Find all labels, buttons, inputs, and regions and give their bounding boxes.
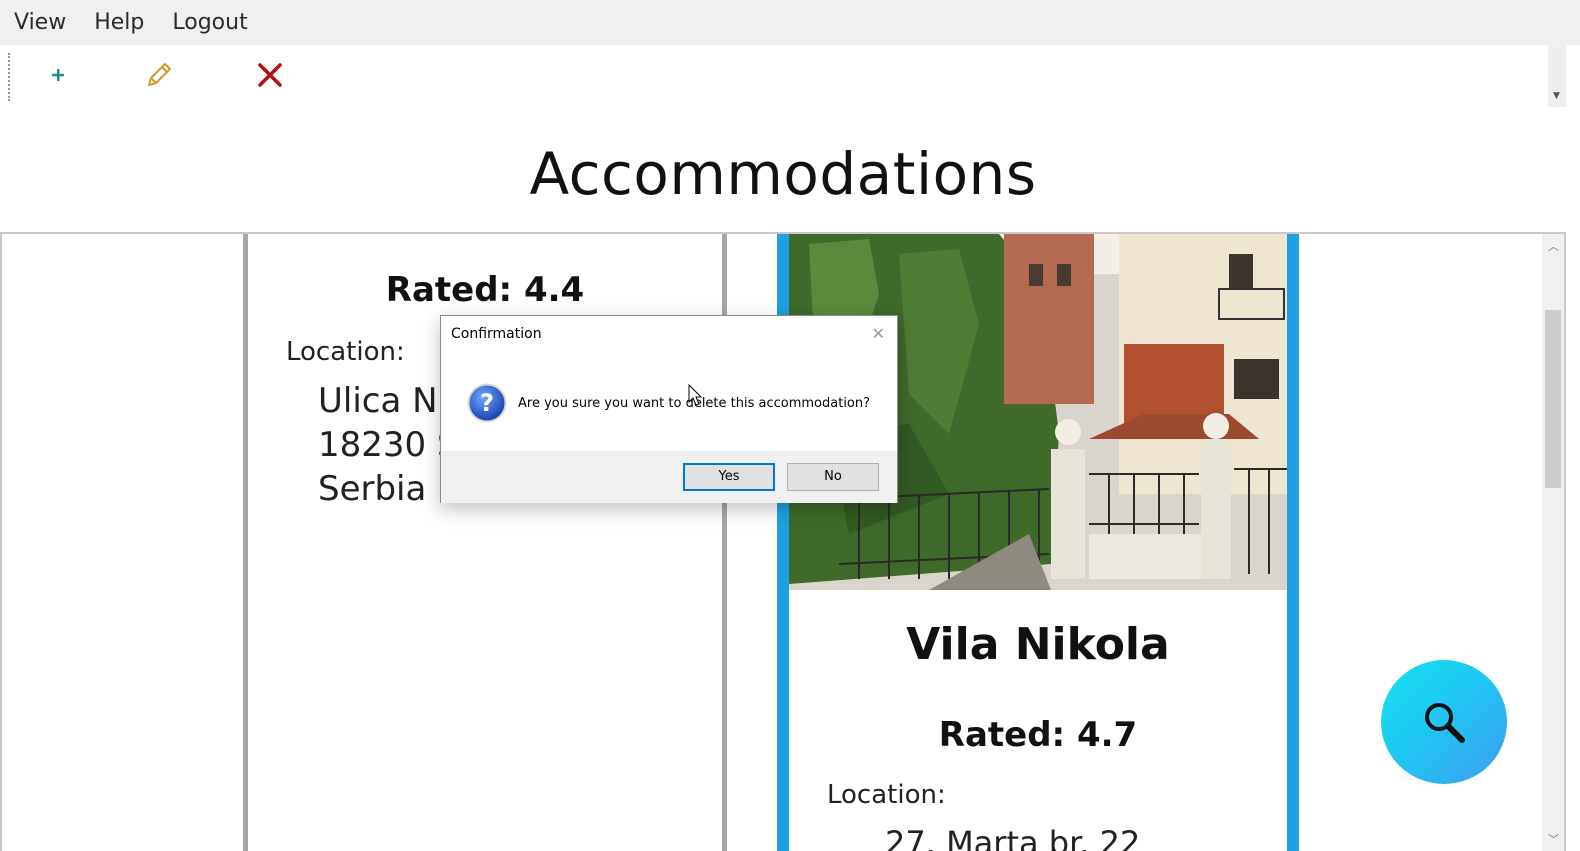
mouse-cursor-icon: [688, 384, 702, 406]
chevron-down-icon[interactable]: ﹀: [1548, 831, 1559, 847]
confirmation-dialog: Confirmation ✕ ? Are you sure you want t…: [440, 315, 898, 503]
rating-label: Rated: 4.7: [938, 715, 1138, 755]
dialog-title: Confirmation: [451, 326, 542, 342]
menu-bar: View Help Logout: [0, 0, 1580, 45]
toolbar-overflow-button[interactable]: ▼: [1548, 45, 1566, 107]
menu-view[interactable]: View: [14, 10, 66, 35]
rating-label: Rated: 4.4: [385, 270, 585, 310]
toolbar: ▼: [0, 45, 1566, 107]
address-line: 18230 S: [318, 425, 459, 465]
close-icon: [258, 63, 282, 87]
page-title: Accommodations: [529, 140, 1037, 208]
edit-button[interactable]: [141, 57, 177, 93]
yes-button[interactable]: Yes: [683, 463, 775, 491]
address: Ulica N 18230 S Serbia: [318, 379, 459, 511]
search-button[interactable]: [1381, 660, 1507, 784]
chevron-up-icon[interactable]: ︿: [1548, 238, 1559, 254]
add-button[interactable]: [40, 57, 76, 93]
question-icon: ?: [467, 383, 507, 423]
toolbar-grip[interactable]: [8, 53, 10, 101]
accommodation-name: Vila Nikola: [906, 619, 1170, 670]
menu-help[interactable]: Help: [94, 10, 144, 35]
search-icon: [1425, 703, 1465, 743]
location-label: Location:: [827, 780, 946, 810]
svg-text:?: ?: [480, 389, 494, 417]
chevron-down-icon: ▼: [1553, 91, 1560, 101]
delete-button[interactable]: [252, 57, 288, 93]
address-line: 27. Marta br. 22: [885, 824, 1141, 851]
menu-logout[interactable]: Logout: [172, 10, 247, 35]
close-icon[interactable]: ✕: [872, 324, 885, 343]
dialog-footer: Yes No: [441, 451, 897, 503]
address-line: Ulica N: [318, 381, 438, 421]
vertical-scrollbar[interactable]: ︿ ﹀: [1542, 234, 1564, 851]
location-label: Location:: [286, 337, 405, 367]
plus-icon: [52, 69, 64, 81]
scrollbar-thumb[interactable]: [1545, 310, 1561, 488]
address-line: Serbia: [318, 469, 427, 509]
pencil-icon: [148, 63, 171, 86]
no-button[interactable]: No: [787, 463, 879, 491]
